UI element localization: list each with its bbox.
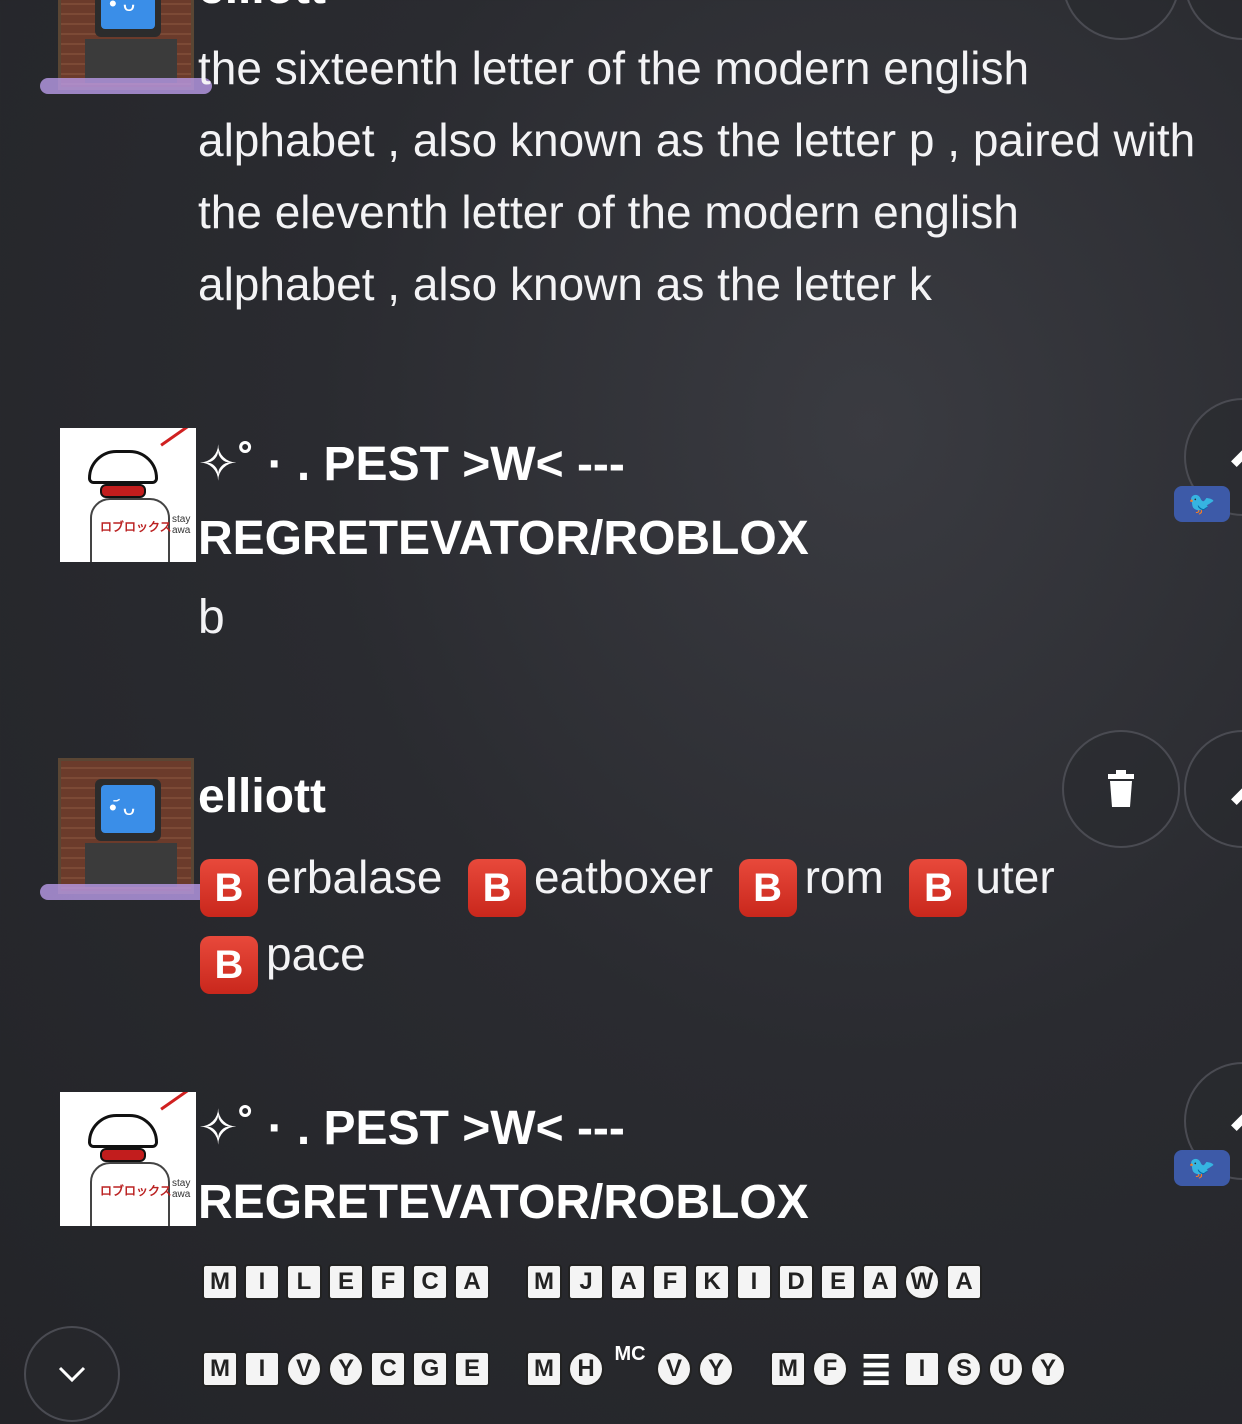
avatar-face: •᷄ ᴗ [109,795,136,820]
username-elliott-cut: elliott [198,0,326,4]
letter-block: E [820,1264,856,1300]
b-emoji: B [200,936,258,994]
delete-button[interactable] [1062,730,1180,848]
letter-block: W [904,1264,940,1300]
letter-block: V [286,1351,322,1388]
reaction-badge[interactable]: 🐦 [1174,486,1230,522]
avatar-cloud [40,78,212,94]
avatar-stand [85,39,177,83]
username-pest: ✧˚ · . PEST >W< --- REGRETEVATOR/ROBLOX [198,1092,898,1240]
letter-block: I [244,1351,280,1388]
b-word-5: Bpace [200,928,366,994]
avatar-tag: ロブロックス [100,520,172,534]
b-emoji: B [738,859,797,917]
letter-block: F [370,1264,406,1300]
letter-block: D [778,1264,814,1300]
message-text: the sixteenth letter of the modern engli… [198,32,1208,320]
avatar-tag: ロブロックス [100,1184,172,1198]
pencil-icon [1231,771,1242,805]
username: elliott [198,0,326,4]
letter-block: I [244,1264,280,1300]
username: elliott [198,770,326,823]
letter-block: G [412,1351,448,1388]
avatar-arrow [160,1092,190,1111]
bird-icon: 🐦 [1188,491,1216,516]
avatar-stand [85,843,177,887]
letter-block: Y [698,1351,734,1388]
avatar-elliott[interactable]: •᷄ ᴗ [58,0,194,90]
letter-block: C [412,1264,448,1300]
letter-block: Y [328,1351,364,1388]
avatar-eyes [100,484,146,498]
username: ✧˚ · . PEST >W< --- REGRETEVATOR/ROBLOX [198,438,809,565]
letter-block: A [610,1264,646,1300]
avatar-pest[interactable]: ロブロックス stay awa [60,428,196,562]
letter-block: A [946,1264,982,1300]
b-word-2: Beatboxer [468,851,713,917]
letter-block: C [370,1351,406,1388]
b-emoji: B [468,859,527,917]
pencil-icon [1231,1097,1242,1131]
letter-block: A [862,1264,898,1300]
username-pest: ✧˚ · . PEST >W< --- REGRETEVATOR/ROBLOX [198,428,898,576]
b-word-1: Berbalase [200,851,442,917]
pencil-icon [1231,433,1242,467]
letter-block: U [988,1351,1024,1388]
b-word-4: Buter [909,851,1055,917]
letter-block: M [526,1351,562,1388]
letter-block: M [526,1264,562,1300]
avatar-elliott[interactable]: •᷄ ᴗ [58,758,194,894]
letter-block: H [568,1351,604,1388]
letter-block: F [652,1264,688,1300]
avatar-arrow [160,428,190,447]
avatar-hat [88,1114,158,1148]
letter-block: E [454,1351,490,1388]
avatar-face: •᷄ ᴗ [109,0,136,16]
letter-block: V [656,1351,692,1388]
letter-block: I [736,1264,772,1300]
letter-line-2: M I V Y C G E M HMCV Y M F ≣ I S U Y [202,1336,1072,1392]
message-text: b [198,590,225,645]
b-emoji: B [200,859,258,917]
letter-block: M [202,1351,238,1388]
b-word-3: Brom [738,851,884,917]
trash-icon [1108,770,1134,807]
avatar-pest[interactable]: ロブロックス stay awa [60,1092,196,1226]
letter-block: S [946,1351,982,1388]
letter-block: J [568,1264,604,1300]
scroll-down-button[interactable] [24,1326,120,1422]
bird-icon: 🐦 [1188,1155,1216,1180]
username: ✧˚ · . PEST >W< --- REGRETEVATOR/ROBLOX [198,1102,809,1229]
letter-block: MC [614,1342,646,1365]
chevron-down-icon [58,1366,86,1382]
message-text: Berbalase Beatboxer Brom Buter Bpace [200,840,1160,994]
letter-block: A [454,1264,490,1300]
letter-block: K [694,1264,730,1300]
letter-block: ≣ [859,1347,893,1392]
avatar-note: stay awa [172,514,191,536]
username-elliott: elliott [198,760,326,834]
reaction-badge[interactable]: 🐦 [1174,1150,1230,1186]
edit-button[interactable] [1184,730,1242,848]
letter-block: L [286,1264,322,1300]
letter-block: Y [1030,1351,1066,1388]
letter-line-1: MILEFCAMJAFKIDEAWA [202,1264,988,1300]
letter-block: E [328,1264,364,1300]
avatar-eyes [100,1148,146,1162]
message-body: the sixteenth letter of the modern engli… [198,42,1196,310]
letter-block: I [904,1351,940,1388]
avatar-note: stay awa [172,1178,191,1200]
avatar-cloud [40,884,212,900]
avatar-hat [88,450,158,484]
b-emoji: B [909,859,968,917]
letter-block: M [202,1264,238,1300]
letter-block: F [812,1351,848,1388]
letter-block: M [770,1351,806,1388]
message-body: b [198,591,225,644]
